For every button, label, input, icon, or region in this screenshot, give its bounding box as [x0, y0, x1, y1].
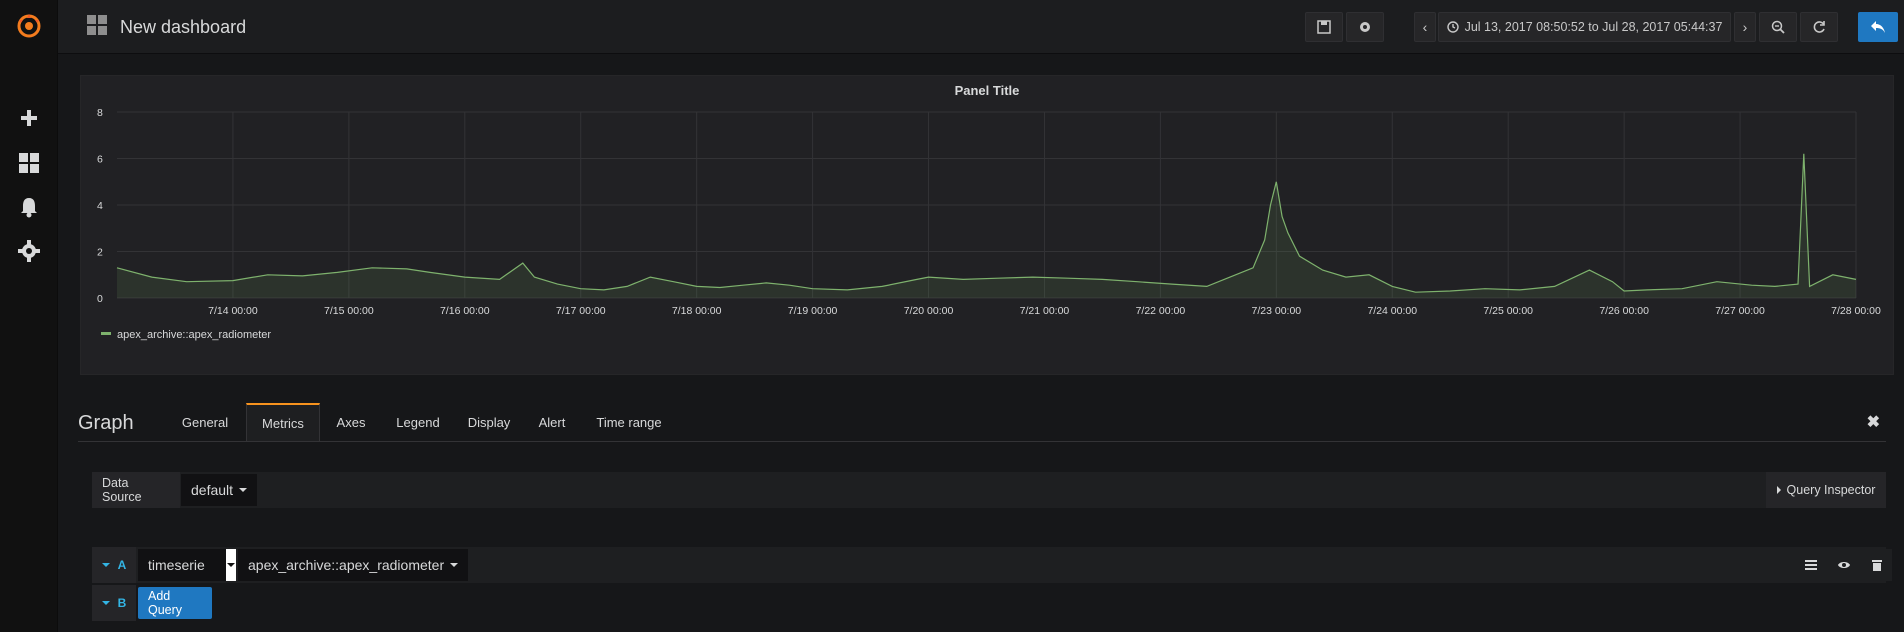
time-forward-button[interactable]: ›	[1734, 12, 1756, 42]
gear-icon	[1360, 22, 1370, 32]
time-back-button[interactable]: ‹	[1414, 12, 1436, 42]
gear-icon[interactable]	[0, 231, 58, 271]
bell-icon[interactable]	[0, 187, 58, 227]
query-a-type-select[interactable]: timeserie	[138, 549, 236, 581]
y-tick-label: 0	[97, 293, 103, 305]
main-area: New dashboard ‹ Jul 13, 2017 08:50:52 to…	[58, 0, 1904, 632]
editor-title: Graph	[78, 412, 134, 434]
query-b-toggle[interactable]: B	[92, 585, 136, 621]
reply-arrow-icon	[1871, 21, 1885, 33]
x-tick-label: 7/24 00:00	[1367, 305, 1417, 317]
x-tick-label: 7/15 00:00	[324, 305, 374, 317]
x-tick-label: 7/16 00:00	[440, 305, 490, 317]
grafana-logo-icon[interactable]	[0, 6, 58, 46]
eye-icon	[1838, 562, 1850, 568]
tab-display[interactable]: Display	[454, 403, 524, 442]
tab-general[interactable]: General	[164, 403, 246, 442]
graph-panel: Panel Title 0 2 4 6 8 7/14 00:00 7/15 00:00 7/1…	[80, 75, 1894, 375]
sidebar	[0, 0, 58, 632]
add-query-button[interactable]: Add Query	[138, 587, 212, 619]
caret-right-icon	[1776, 486, 1781, 494]
time-range-picker[interactable]: Jul 13, 2017 08:50:52 to Jul 28, 2017 05…	[1438, 12, 1731, 42]
refresh-button[interactable]	[1800, 12, 1838, 42]
clock-icon	[1446, 21, 1459, 33]
query-row-b: B Add Query	[92, 585, 212, 621]
datasource-row: Data Source default Query Inspector	[92, 472, 1886, 508]
x-tick-label: 7/19 00:00	[788, 305, 838, 317]
dashboard-grid-icon	[86, 14, 108, 41]
legend-swatch	[101, 332, 111, 335]
x-tick-label: 7/26 00:00	[1599, 305, 1649, 317]
caret-down-icon	[239, 488, 248, 492]
query-menu-button[interactable]	[1796, 549, 1826, 581]
x-tick-label: 7/21 00:00	[1020, 305, 1070, 317]
plus-icon[interactable]	[0, 98, 58, 138]
tab-axes[interactable]: Axes	[320, 403, 382, 442]
hamburger-icon	[1805, 560, 1817, 570]
caret-down-icon	[101, 563, 110, 567]
tab-metrics[interactable]: Metrics	[246, 403, 320, 442]
legend-label: apex_archive::apex_radiometer	[117, 329, 271, 341]
query-inspector-button[interactable]: Query Inspector	[1766, 472, 1886, 508]
y-tick-label: 6	[97, 154, 103, 166]
dropdown-toggle[interactable]	[226, 549, 236, 581]
y-tick-label: 2	[97, 247, 103, 259]
settings-button[interactable]	[1346, 12, 1384, 42]
toggle-visibility-button[interactable]	[1829, 549, 1859, 581]
tab-alert[interactable]: Alert	[524, 403, 580, 442]
dashboard-title-button[interactable]: New dashboard	[86, 14, 246, 41]
query-a-type: timeserie	[148, 557, 205, 573]
y-tick-label: 8	[97, 107, 103, 119]
query-row-a: A timeserie apex_archive::apex_radiomete…	[92, 547, 1892, 583]
datasource-select[interactable]: default	[181, 474, 258, 506]
save-icon	[1317, 20, 1331, 34]
x-tick-label: 7/23 00:00	[1252, 305, 1302, 317]
caret-down-icon	[450, 563, 459, 567]
top-navbar: New dashboard ‹ Jul 13, 2017 08:50:52 to…	[58, 0, 1904, 54]
datasource-value: default	[191, 482, 234, 498]
query-a-toggle[interactable]: A	[92, 547, 136, 583]
back-to-dashboard-button[interactable]	[1858, 12, 1898, 42]
x-tick-label: 7/28 00:00	[1831, 305, 1881, 317]
x-tick-label: 7/17 00:00	[556, 305, 606, 317]
tab-divider	[78, 441, 1886, 442]
caret-down-icon	[101, 601, 110, 605]
x-tick-label: 7/27 00:00	[1715, 305, 1765, 317]
query-a-metric: apex_archive::apex_radiometer	[248, 557, 445, 573]
chevron-right-icon: ›	[1742, 19, 1748, 35]
x-tick-label: 7/25 00:00	[1483, 305, 1533, 317]
dashboards-icon[interactable]	[0, 143, 58, 183]
query-inspector-label: Query Inspector	[1786, 483, 1876, 497]
zoom-out-icon	[1771, 20, 1785, 34]
caret-down-icon	[227, 563, 235, 567]
x-tick-label: 7/18 00:00	[672, 305, 722, 317]
refresh-icon	[1813, 21, 1825, 33]
tab-time-range[interactable]: Time range	[580, 403, 678, 442]
datasource-label: Data Source	[92, 472, 180, 508]
query-a-metric-select[interactable]: apex_archive::apex_radiometer	[238, 549, 469, 581]
trash-icon	[1872, 560, 1882, 571]
x-tick-label: 7/20 00:00	[904, 305, 954, 317]
dashboard-title: New dashboard	[120, 17, 247, 37]
query-a-letter: A	[117, 558, 127, 572]
zoom-out-button[interactable]	[1759, 12, 1797, 42]
x-tick-label: 7/14 00:00	[208, 305, 258, 317]
query-b-letter: B	[117, 596, 127, 610]
delete-query-button[interactable]	[1862, 549, 1892, 581]
y-tick-label: 4	[97, 200, 103, 212]
series-area	[117, 153, 1856, 298]
tab-legend[interactable]: Legend	[382, 403, 454, 442]
graph-chart[interactable]: 0 2 4 6 8 7/14 00:00 7/15 00:00 7/16 00:00 7/17 …	[81, 76, 1895, 376]
time-range-label: Jul 13, 2017 08:50:52 to Jul 28, 2017 05…	[1464, 20, 1723, 34]
x-tick-label: 7/22 00:00	[1136, 305, 1186, 317]
save-dashboard-button[interactable]	[1305, 12, 1343, 42]
chevron-left-icon: ‹	[1422, 19, 1428, 35]
close-editor-button[interactable]: ✖	[1867, 412, 1880, 432]
